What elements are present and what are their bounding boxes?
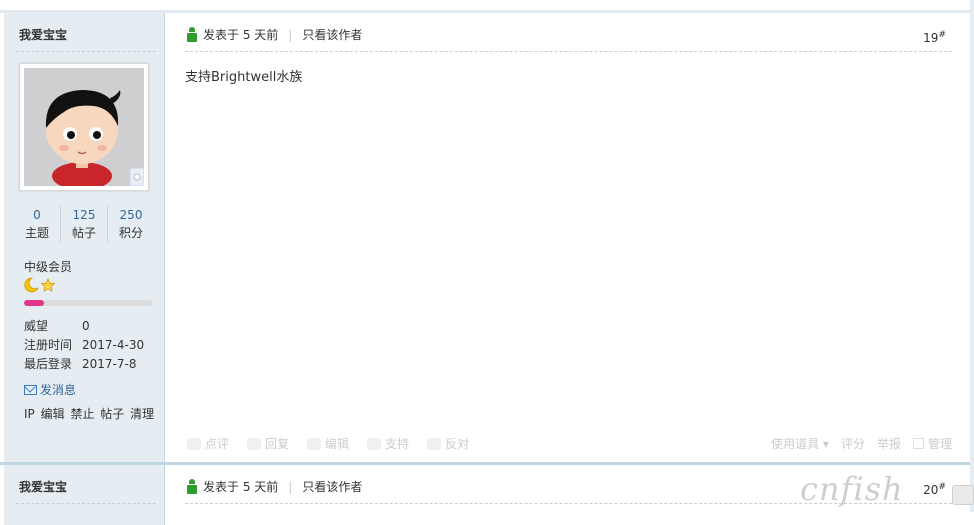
post-actions: 点评 回复 编辑 支持 反对 [187,435,469,452]
admin-edit-link[interactable]: 编辑 [41,407,65,421]
online-user-icon [187,479,197,494]
floor-sup: # [938,482,946,492]
floor-sup: # [938,30,946,40]
mail-icon [24,384,37,395]
level-progress-bar [24,300,152,306]
right-edge [970,0,974,512]
divider [185,51,952,52]
only-author-link[interactable]: 只看该作者 [302,478,362,495]
top-separator [0,0,974,13]
manage-label: 管理 [927,437,952,451]
moon-star-icon [24,277,56,293]
info-row: 威望 0 [24,317,144,336]
stat-value: 0 [33,208,41,222]
post-content: 支持Brightwell水族 [185,70,303,85]
floor-number[interactable]: 19# [923,30,946,45]
report-button[interactable]: 举报 [877,435,901,452]
pencil-icon [307,437,322,450]
admin-ban-link[interactable]: 禁止 [70,407,94,421]
floor-num: 20 [923,483,939,497]
post-info: 发表于 5 天前 | 只看该作者 [187,26,362,43]
watermark: cnfish [800,470,904,508]
support-button[interactable]: 支持 [367,435,409,452]
post-author-sidebar: 我爱宝宝 [4,13,165,462]
rate-button[interactable]: 评分 [841,435,865,452]
post-info: 发表于 5 天前 | 只看该作者 [187,478,362,495]
user-stats: 0 主题 125 帖子 250 积分 [14,206,154,242]
post-time: 发表于 5 天前 [203,28,279,42]
divider [16,51,156,52]
divider [16,503,156,504]
tools-label: 使用道具 [771,437,820,451]
send-message-link[interactable]: 发消息 [24,381,76,398]
info-key: 威望 [24,319,49,333]
oppose-label: 反对 [445,437,470,451]
post-time: 发表于 5 天前 [203,480,279,494]
comment-icon [187,437,201,450]
stat-topics[interactable]: 0 主题 [14,206,60,242]
manage-checkbox[interactable]: 管理 [912,435,952,452]
info-row: 注册时间 2017-4-30 [24,336,144,355]
edit-button[interactable]: 编辑 [307,435,349,452]
cartoon-avatar-icon [24,68,144,186]
floor-num: 19 [923,31,939,45]
support-label: 支持 [385,437,410,451]
arrow-down-icon [427,437,442,450]
stat-label: 积分 [118,226,143,240]
comment-button[interactable]: 点评 [187,435,229,452]
stat-value: 250 [119,208,143,222]
author-name[interactable]: 我爱宝宝 [19,26,67,43]
stat-value: 125 [72,208,96,222]
only-author-link[interactable]: 只看该作者 [302,26,362,43]
floor-number[interactable]: 20# [923,482,946,497]
user-info: 威望 0 注册时间 2017-4-30 最后登录 2017-7-8 [24,317,144,374]
send-message-label: 发消息 [40,383,77,397]
info-value: 2017-7-8 [82,357,137,371]
post-admin-actions: 使用道具 ▾ 评分 举报 管理 [771,435,952,452]
info-key: 注册时间 [24,338,73,352]
stat-label: 主题 [24,226,49,240]
stat-posts[interactable]: 125 帖子 [60,206,107,242]
user-rank[interactable]: 中级会员 [24,258,72,275]
reply-button[interactable]: 回复 [247,435,289,452]
edit-label: 编辑 [325,437,350,451]
chat-icon[interactable] [952,485,974,505]
avatar[interactable] [19,63,149,191]
info-row: 最后登录 2017-7-8 [24,355,144,374]
reply-icon [247,437,262,450]
avatar-image [24,68,144,186]
post-main: 发表于 5 天前 | 只看该作者 19# 支持Brightwell水族 点评 回… [165,13,970,462]
separator: | [288,479,293,494]
admin-links: IP 编辑 禁止 帖子 清理 [24,405,156,422]
stat-points[interactable]: 250 积分 [107,206,154,242]
progress-fill [24,300,45,306]
info-value: 0 [82,319,90,333]
reply-label: 回复 [265,437,290,451]
post-author-sidebar: 我爱宝宝 [4,465,165,525]
author-name[interactable]: 我爱宝宝 [19,478,67,495]
separator: | [288,27,293,42]
stat-label: 帖子 [71,226,96,240]
use-tools-menu[interactable]: 使用道具 ▾ [771,435,829,452]
rank-star-icon [24,277,56,297]
admin-ip-link[interactable]: IP [24,407,35,421]
info-key: 最后登录 [24,357,73,371]
comment-label: 点评 [205,437,230,451]
info-value: 2017-4-30 [82,338,145,352]
post-19: 我爱宝宝 0 主题 125 帖子 250 积分 中级会员 威望 0 注册时间 2… [4,13,970,462]
checkbox-icon [912,438,924,449]
arrow-up-icon [367,437,382,450]
online-user-icon [187,27,197,42]
admin-clean-link[interactable]: 清理 [130,407,154,421]
admin-posts-link[interactable]: 帖子 [100,407,124,421]
oppose-button[interactable]: 反对 [427,435,469,452]
